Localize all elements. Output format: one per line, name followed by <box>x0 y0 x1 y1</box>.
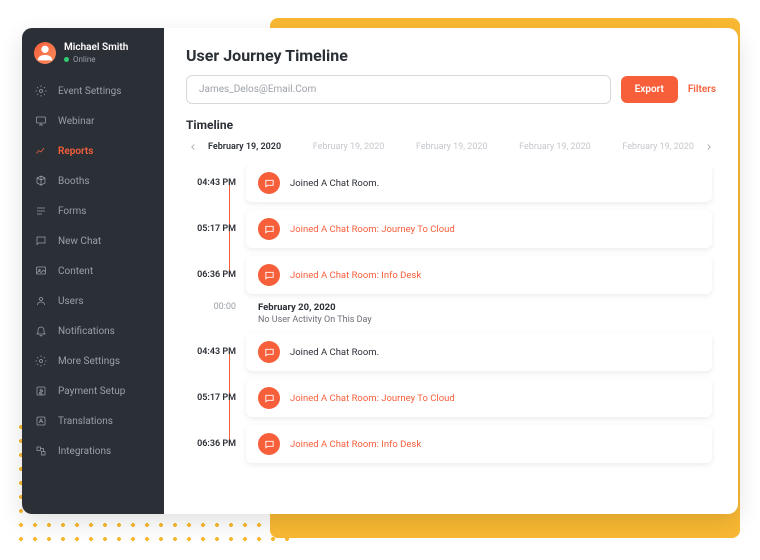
image-icon <box>34 264 48 278</box>
sidebar-item-reports[interactable]: Reports <box>22 136 164 166</box>
sidebar-item-label: Booths <box>58 176 90 187</box>
sidebar-item-label: Reports <box>58 146 93 157</box>
timeline-entry: 06:36 PM Joined A Chat Room: Info Desk <box>186 425 712 463</box>
date-tab[interactable]: February 19, 2020 <box>208 142 281 152</box>
entry-card[interactable]: Joined A Chat Room: Journey To Cloud <box>246 379 712 417</box>
chat-icon <box>258 341 280 363</box>
status-indicator: Online <box>64 55 128 64</box>
sidebar-item-label: More Settings <box>58 356 120 367</box>
filters-button[interactable]: Filters <box>688 84 716 95</box>
sidebar-item-label: Webinar <box>58 116 94 127</box>
entry-text: Joined A Chat Room: Journey To Cloud <box>290 224 455 235</box>
sidebar-item-forms[interactable]: Forms <box>22 196 164 226</box>
profile[interactable]: Michael Smith Online <box>22 38 164 76</box>
chat-icon <box>258 172 280 194</box>
chat-icon <box>34 234 48 248</box>
entry-card[interactable]: Joined A Chat Room. <box>246 164 712 202</box>
sidebar-item-new-chat[interactable]: New Chat <box>22 226 164 256</box>
export-button[interactable]: Export <box>621 76 678 103</box>
sidebar-item-translations[interactable]: Translations <box>22 406 164 436</box>
section-label: Timeline <box>186 118 716 132</box>
date-tab[interactable]: February 19, 2020 <box>519 142 591 152</box>
status-text: Online <box>73 55 95 64</box>
entry-text: Joined A Chat Room: Journey To Cloud <box>290 393 455 404</box>
sidebar: Michael Smith Online Event Settings Webin… <box>22 28 164 514</box>
gear-icon <box>34 84 48 98</box>
day-break: 00:00 February 20, 2020 No User Activity O… <box>186 302 712 325</box>
chat-icon <box>258 433 280 455</box>
timeline-entry: 05:17 PM Joined A Chat Room: Journey To C… <box>186 210 712 248</box>
sidebar-item-label: Integrations <box>58 446 111 457</box>
day-break-date: February 20, 2020 <box>258 302 712 313</box>
lang-icon <box>34 414 48 428</box>
sidebar-item-integrations[interactable]: Integrations <box>22 436 164 466</box>
chat-icon <box>258 218 280 240</box>
date-nav: February 19, 2020 February 19, 2020 Februa… <box>186 140 716 154</box>
integration-icon <box>34 444 48 458</box>
sidebar-item-label: Event Settings <box>58 86 121 97</box>
timeline-body: 04:43 PM Joined A Chat Room. 05:17 PM Joine… <box>186 164 716 496</box>
chevron-right-icon[interactable] <box>702 140 716 154</box>
monitor-icon <box>34 114 48 128</box>
entry-card[interactable]: Joined A Chat Room: Info Desk <box>246 425 712 463</box>
sidebar-item-label: Content <box>58 266 93 277</box>
entry-time: 04:43 PM <box>186 347 236 357</box>
sidebar-item-label: Forms <box>58 206 86 217</box>
timeline-entry: 04:43 PM Joined A Chat Room. <box>186 333 712 371</box>
sidebar-item-payment-setup[interactable]: Payment Setup <box>22 376 164 406</box>
entry-text: Joined A Chat Room: Info Desk <box>290 439 421 450</box>
sidebar-item-label: Translations <box>58 416 113 427</box>
date-tab[interactable]: February 19, 2020 <box>622 142 694 152</box>
date-tab[interactable]: February 19, 2020 <box>313 142 385 152</box>
main-content: User Journey Timeline Export Filters Tim… <box>164 28 738 514</box>
sidebar-item-label: Payment Setup <box>58 386 125 397</box>
chevron-left-icon[interactable] <box>186 140 200 154</box>
date-tab[interactable]: February 19, 2020 <box>416 142 488 152</box>
sidebar-item-notifications[interactable]: Notifications <box>22 316 164 346</box>
sidebar-item-label: Notifications <box>58 326 115 337</box>
form-icon <box>34 204 48 218</box>
timeline-entry: 04:43 PM Joined A Chat Room. <box>186 164 712 202</box>
gear-icon <box>34 354 48 368</box>
chart-icon <box>34 144 48 158</box>
profile-name: Michael Smith <box>64 42 128 53</box>
day-break-msg: No User Activity On This Day <box>258 315 712 325</box>
entry-text: Joined A Chat Room. <box>290 178 379 189</box>
search-input[interactable] <box>186 75 611 104</box>
entry-time: 05:17 PM <box>186 224 236 234</box>
timeline-entry: 05:17 PM Joined A Chat Room: Journey To C… <box>186 379 712 417</box>
app-window: Michael Smith Online Event Settings Webin… <box>22 28 738 514</box>
sidebar-item-webinar[interactable]: Webinar <box>22 106 164 136</box>
user-icon <box>34 294 48 308</box>
sidebar-item-booths[interactable]: Booths <box>22 166 164 196</box>
chat-icon <box>258 264 280 286</box>
entry-card[interactable]: Joined A Chat Room. <box>246 333 712 371</box>
day-break-time: 00:00 <box>186 302 236 325</box>
sidebar-item-content[interactable]: Content <box>22 256 164 286</box>
page-title: User Journey Timeline <box>186 46 716 65</box>
dollar-icon <box>34 384 48 398</box>
entry-time: 04:43 PM <box>186 178 236 188</box>
status-dot-icon <box>64 57 69 62</box>
entry-time: 06:36 PM <box>186 439 236 449</box>
sidebar-item-more-settings[interactable]: More Settings <box>22 346 164 376</box>
entry-text: Joined A Chat Room. <box>290 347 379 358</box>
bell-icon <box>34 324 48 338</box>
search-row: Export Filters <box>186 75 716 104</box>
entry-text: Joined A Chat Room: Info Desk <box>290 270 421 281</box>
sidebar-item-users[interactable]: Users <box>22 286 164 316</box>
avatar <box>34 42 56 64</box>
sidebar-item-label: Users <box>58 296 84 307</box>
entry-card[interactable]: Joined A Chat Room: Info Desk <box>246 256 712 294</box>
sidebar-item-label: New Chat <box>58 236 101 247</box>
cube-icon <box>34 174 48 188</box>
entry-time: 06:36 PM <box>186 270 236 280</box>
entry-time: 05:17 PM <box>186 393 236 403</box>
entry-card[interactable]: Joined A Chat Room: Journey To Cloud <box>246 210 712 248</box>
sidebar-item-event-settings[interactable]: Event Settings <box>22 76 164 106</box>
chat-icon <box>258 387 280 409</box>
timeline-entry: 06:36 PM Joined A Chat Room: Info Desk <box>186 256 712 294</box>
